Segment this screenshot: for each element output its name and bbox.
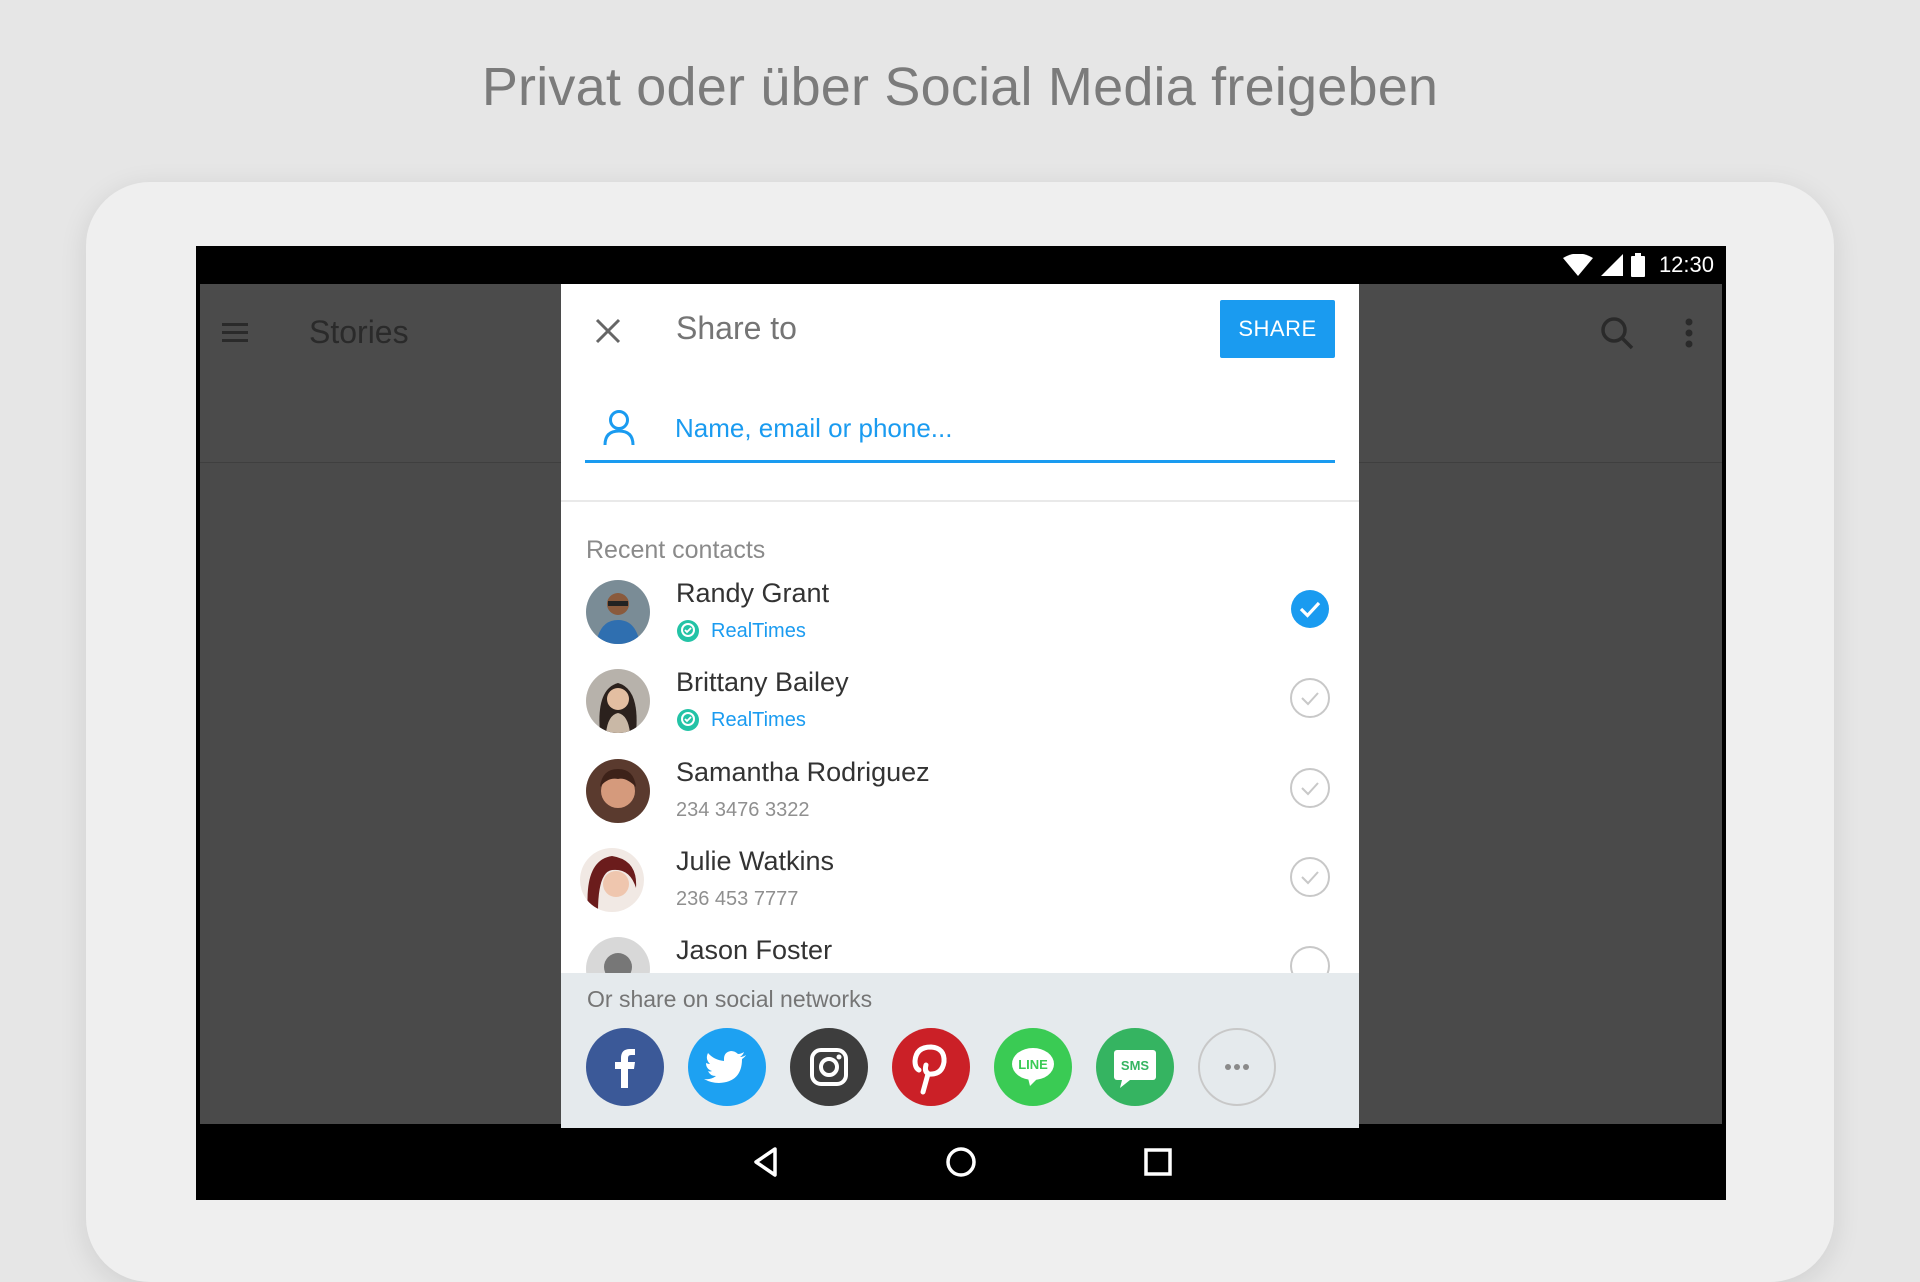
- person-icon: [603, 410, 635, 446]
- dialog-title: Share to: [676, 310, 797, 346]
- divider: [561, 500, 1359, 502]
- line-icon: LINE: [1012, 1048, 1054, 1086]
- social-share-panel: Or share on social networks LINE SMS: [561, 973, 1359, 1128]
- contact-row[interactable]: Randy Grant RealTimes: [561, 580, 1359, 670]
- unchecked-icon[interactable]: [1289, 856, 1331, 898]
- contact-name: Randy Grant: [676, 580, 830, 608]
- more-share-button[interactable]: [1198, 1028, 1276, 1106]
- checked-icon[interactable]: [1289, 588, 1331, 630]
- contact-row[interactable]: Julie Watkins 236 453 7777: [561, 846, 1359, 938]
- pinterest-icon: [912, 1044, 947, 1095]
- close-icon[interactable]: [591, 314, 625, 348]
- contact-name: Brittany Bailey: [676, 667, 849, 697]
- contact-row[interactable]: Samantha Rodriguez 234 3476 3322: [561, 757, 1359, 849]
- line-label: LINE: [1018, 1057, 1048, 1072]
- contact-subtitle: RealTimes: [711, 709, 806, 731]
- contact-name: Julie Watkins: [676, 846, 835, 876]
- instagram-icon: [810, 1048, 848, 1086]
- instagram-button[interactable]: [790, 1028, 868, 1106]
- app-title: Stories: [309, 314, 409, 350]
- unchecked-icon[interactable]: [1289, 677, 1331, 719]
- contact-name: Samantha Rodriguez: [676, 757, 930, 787]
- facebook-icon: [615, 1049, 635, 1088]
- recents-icon[interactable]: [1138, 1142, 1178, 1182]
- recipient-field: [585, 406, 1335, 463]
- sms-icon: SMS: [1114, 1050, 1156, 1088]
- social-share-label: Or share on social networks: [587, 986, 873, 1012]
- twitter-button[interactable]: [688, 1028, 766, 1106]
- contact-phone: 234 3476 3322: [676, 799, 810, 821]
- status-bar: 12:30: [196, 246, 1726, 284]
- signal-icon: [1600, 254, 1623, 276]
- home-icon[interactable]: [941, 1142, 981, 1182]
- menu-icon[interactable]: [222, 322, 248, 344]
- wifi-icon: [1562, 254, 1593, 276]
- twitter-icon: [704, 1051, 746, 1083]
- realtimes-icon: [677, 620, 699, 642]
- recent-contacts-label: Recent contacts: [586, 536, 766, 564]
- navigation-bar: [196, 1124, 1726, 1200]
- avatar: [586, 669, 650, 733]
- battery-icon: [1630, 253, 1645, 277]
- facebook-button[interactable]: [586, 1028, 664, 1106]
- pinterest-button[interactable]: [892, 1028, 970, 1106]
- avatar: [586, 580, 650, 644]
- more-vert-icon[interactable]: [1684, 318, 1694, 348]
- search-icon[interactable]: [1600, 316, 1634, 350]
- contact-phone: 236 453 7777: [676, 888, 799, 910]
- realtimes-icon: [677, 709, 699, 731]
- avatar: [586, 759, 650, 823]
- avatar: [580, 848, 644, 912]
- page-headline: Privat oder über Social Media freigeben: [481, 57, 1439, 117]
- more-horiz-icon: [1225, 1064, 1249, 1070]
- contact-list: Randy Grant RealTimes Brittany Bailey Re…: [561, 580, 1359, 980]
- share-dialog: Share to SHARE Recent contacts Randy Gra…: [561, 284, 1359, 1128]
- sms-label: SMS: [1121, 1058, 1150, 1073]
- recipient-input[interactable]: [675, 406, 1315, 450]
- unchecked-icon[interactable]: [1289, 767, 1331, 809]
- back-icon[interactable]: [746, 1142, 786, 1182]
- sms-button[interactable]: SMS: [1096, 1028, 1174, 1106]
- contact-subtitle: RealTimes: [711, 620, 806, 642]
- contact-row[interactable]: Brittany Bailey RealTimes: [561, 667, 1359, 759]
- status-time: 12:30: [1658, 252, 1714, 277]
- share-button[interactable]: SHARE: [1220, 300, 1335, 358]
- contact-name: Jason Foster: [676, 935, 833, 965]
- line-button[interactable]: LINE: [994, 1028, 1072, 1106]
